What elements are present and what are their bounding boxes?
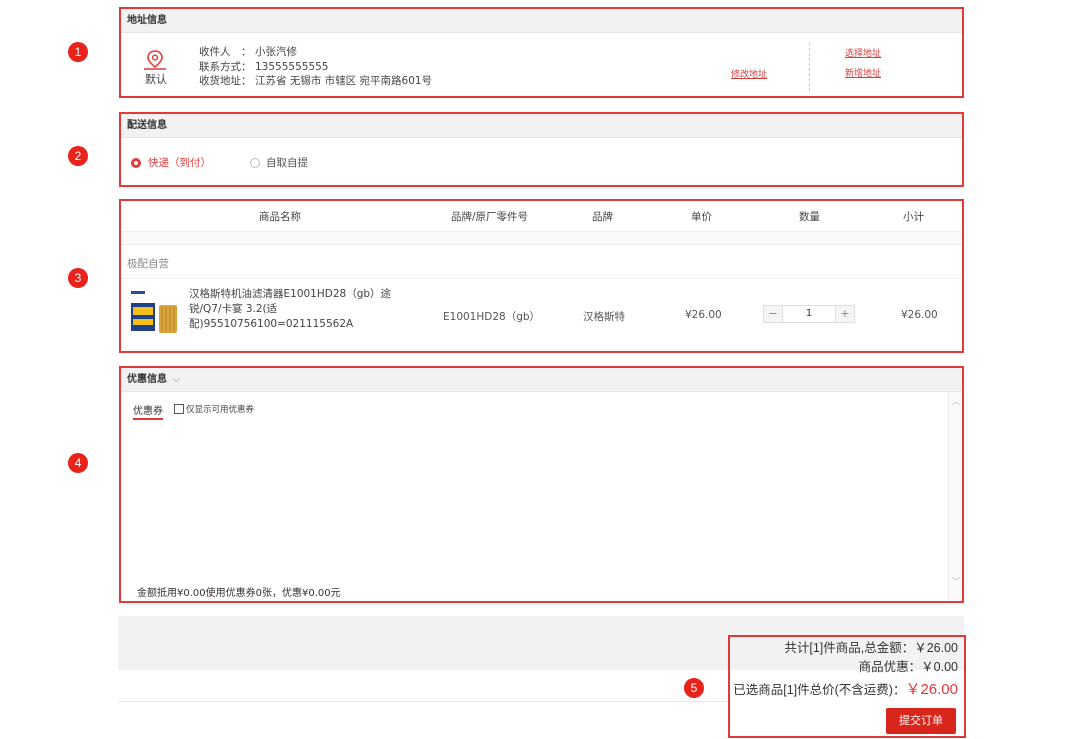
delivery-title: 配送信息 xyxy=(121,114,962,138)
address-divider xyxy=(809,43,810,91)
col-header-subtotal: 小计 xyxy=(903,211,924,223)
receiver-label: 收件人 ： xyxy=(199,46,252,58)
coupon-tab[interactable]: 优惠券 xyxy=(133,402,163,420)
step-marker-2: 2 xyxy=(68,146,88,166)
products-section: 商品名称 品牌/原厂零件号 品牌 单价 数量 小计 极配自营 汉格斯特机油滤清器… xyxy=(119,199,964,353)
step-marker-3: 3 xyxy=(68,268,88,288)
col-header-quantity: 数量 xyxy=(799,211,820,223)
submit-order-button[interactable]: 提交订单 xyxy=(886,708,956,734)
new-address-link[interactable]: 新增地址 xyxy=(845,66,881,79)
selected-total-line: 已选商品[1]件总价(不含运费)：￥26.00 xyxy=(733,678,958,699)
address-label: 收货地址： xyxy=(199,75,252,87)
quantity-input[interactable]: 1 xyxy=(782,306,836,322)
edit-address-link[interactable]: 修改地址 xyxy=(731,67,767,80)
col-header-price: 单价 xyxy=(691,211,712,223)
phone-number: 13555555555 xyxy=(255,60,329,73)
express-option-label[interactable]: 快递（到付） xyxy=(148,155,211,170)
receiver-name: 小张汽修 xyxy=(255,46,297,58)
express-radio[interactable] xyxy=(131,158,141,168)
product-name[interactable]: 汉格斯特机油滤清器E1001HD28（gb）途锐/Q7/卡宴 3.2(适配)95… xyxy=(189,287,404,332)
selected-total-value: ￥26.00 xyxy=(905,681,958,698)
discount-line: 商品优惠：￥0.00 xyxy=(858,660,958,674)
coupon-section: 优惠信息 ⌵ 优惠券 仅显示可用优惠券 ︿ ﹀ 金额抵用¥0.00使用优惠券0张… xyxy=(119,366,964,603)
col-header-name: 商品名称 xyxy=(259,211,301,223)
product-brand: 汉格斯特 xyxy=(583,311,625,323)
total-line: 共计[1]件商品,总金额：￥26.00 xyxy=(784,641,958,655)
address-text: 江苏省 无锡市 市辖区 宛平南路601号 xyxy=(255,75,433,87)
pickup-radio[interactable] xyxy=(250,158,260,168)
step-marker-1: 1 xyxy=(68,42,88,62)
decrease-button[interactable]: − xyxy=(764,306,782,322)
address-info: 收件人 ：小张汽修 联系方式： 13555555555 收货地址： 江苏省 无锡市 … xyxy=(199,45,432,89)
scroll-down-icon[interactable]: ﹀ xyxy=(952,576,960,587)
only-available-checkbox[interactable] xyxy=(174,404,184,414)
address-section: 地址信息 默认 收件人 ：小张汽修 联系方式： 13555555555 收货地址：… xyxy=(119,7,964,98)
pickup-option-label[interactable]: 自取自提 xyxy=(266,155,308,170)
location-pin-icon xyxy=(144,50,166,70)
select-address-link[interactable]: 选择地址 xyxy=(845,46,881,59)
selected-total-label: 已选商品[1]件总价(不含运费)： xyxy=(733,683,906,697)
coupon-header[interactable]: 优惠信息 ⌵ xyxy=(121,368,962,392)
address-title: 地址信息 xyxy=(121,9,962,33)
product-price: ¥26.00 xyxy=(685,309,722,321)
step-marker-5: 5 xyxy=(684,678,704,698)
header-gap xyxy=(121,231,962,245)
coupon-scrollbar[interactable]: ︿ ﹀ xyxy=(948,392,962,601)
summary-rule xyxy=(118,701,730,702)
step-marker-4: 4 xyxy=(68,453,88,473)
col-header-brand: 品牌 xyxy=(592,211,613,223)
phone-label: 联系方式： xyxy=(199,60,252,73)
default-address-label: 默认 xyxy=(145,73,167,86)
only-available-label[interactable]: 仅显示可用优惠券 xyxy=(186,403,254,415)
scroll-up-icon[interactable]: ︿ xyxy=(952,396,960,407)
shop-name: 极配自营 xyxy=(127,258,169,270)
coupon-title: 优惠信息 xyxy=(127,374,167,385)
coupon-footer: 金额抵用¥0.00使用优惠券0张，优惠¥0.00元 xyxy=(137,588,341,599)
shop-row: 极配自营 xyxy=(121,245,962,279)
quantity-stepper: − 1 + xyxy=(763,305,855,323)
increase-button[interactable]: + xyxy=(836,306,854,322)
product-part-no: E1001HD28（gb） xyxy=(443,311,541,323)
delivery-section: 配送信息 快递（到付） 自取自提 xyxy=(119,112,964,187)
col-header-part-no: 品牌/原厂零件号 xyxy=(451,211,529,223)
product-thumbnail xyxy=(129,289,181,335)
chevron-down-icon: ⌵ xyxy=(172,374,181,385)
product-subtotal: ¥26.00 xyxy=(901,309,938,321)
